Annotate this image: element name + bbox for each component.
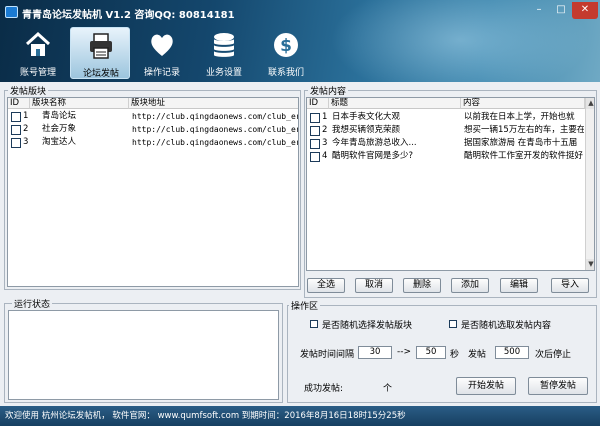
toolbar-contact-button[interactable]: $ 联系我们 — [256, 27, 316, 79]
forum-name: 淘宝达人 — [42, 137, 77, 147]
success-label: 成功发帖: — [304, 384, 344, 394]
home-icon — [25, 31, 51, 56]
cancel-button[interactable]: 取消 — [355, 278, 393, 293]
post-title: 我想买辆领克荣颜 — [332, 125, 401, 135]
pause-post-button[interactable]: 暂停发帖 — [528, 377, 588, 395]
toolbar-label: 业务设置 — [205, 68, 242, 78]
post-id: 3 — [322, 138, 328, 148]
svg-text:$: $ — [280, 36, 292, 56]
post-label: 发帖 — [468, 350, 487, 360]
post-title: 酷明软件官网是多少? — [332, 151, 414, 161]
toolbar-label: 论坛发帖 — [82, 69, 119, 79]
post-section-title: 发帖内容 — [308, 84, 349, 97]
select-all-button[interactable]: 全选 — [307, 278, 345, 293]
post-row[interactable]: 3 今年青岛旅游总收入... 据国家旅游局 在青岛市十五届 — [307, 137, 594, 150]
toolbar-log-button[interactable]: 操作记录 — [132, 27, 192, 79]
forum-id: 2 — [23, 124, 29, 134]
forum-url: http://club.qingdaonews.com/club_er — [132, 125, 299, 134]
column-header-id[interactable]: ID — [8, 98, 30, 109]
toolbar-settings-button[interactable]: 业务设置 — [194, 27, 254, 79]
post-title: 日本手表文化大观 — [332, 112, 401, 122]
post-row[interactable]: 1 日本手表文化大观 以前我在日本上学，开始也就 — [307, 111, 594, 124]
success-unit-label: 个 — [383, 384, 393, 394]
forum-row[interactable]: 2 社会万象 http://club.qingdaonews.com/club_… — [8, 123, 298, 136]
printer-icon — [90, 33, 112, 59]
operation-title: 操作区 — [289, 299, 321, 312]
start-post-button[interactable]: 开始发帖 — [456, 377, 516, 395]
toolbar-label: 操作记录 — [143, 68, 180, 78]
stop-suffix-label: 次后停止 — [535, 350, 572, 360]
coins-icon — [214, 33, 234, 57]
random-forum-checkbox[interactable] — [310, 320, 318, 328]
add-button[interactable]: 添加 — [451, 278, 489, 293]
forum-name: 青岛论坛 — [42, 111, 77, 121]
run-status-log[interactable] — [8, 310, 279, 400]
app-icon — [5, 6, 18, 18]
seconds-unit-label: 秒 — [450, 350, 460, 360]
post-list[interactable]: ID 标题 内容 1 日本手表文化大观 以前我在日本上学，开始也就 2 我想买辆… — [306, 97, 595, 271]
status-bar: 欢迎使用 杭州论坛发帖机， 软件官网： www.qumfsoft.com 到期时… — [0, 406, 600, 426]
column-header-title[interactable]: 标题 — [329, 98, 461, 109]
heart-icon — [151, 34, 173, 56]
scroll-up-icon[interactable]: ▲ — [586, 98, 594, 109]
close-button[interactable]: ✕ — [572, 2, 598, 19]
scroll-down-icon[interactable]: ▼ — [586, 259, 594, 270]
random-content-label: 是否随机选取发帖内容 — [461, 321, 552, 331]
forum-url: http://club.qingdaonews.com/club_er — [132, 112, 299, 121]
forum-url: http://club.qingdaonews.com/club_er — [132, 138, 299, 147]
minimize-button[interactable]: – — [528, 2, 550, 19]
maximize-button[interactable]: □ — [550, 2, 572, 19]
post-id: 2 — [322, 125, 328, 135]
post-count-input[interactable]: 500 — [495, 346, 529, 359]
row-checkbox[interactable] — [310, 139, 320, 149]
post-title: 今年青岛旅游总收入... — [332, 138, 417, 148]
post-content: 据国家旅游局 在青岛市十五届 — [464, 138, 578, 148]
row-checkbox[interactable] — [310, 113, 320, 123]
post-list-scrollbar[interactable]: ▲ ▼ — [585, 98, 594, 270]
row-checkbox[interactable] — [11, 125, 21, 135]
window-title: 青青岛论坛发帖机 V1.2 咨询QQ: 80814181 — [22, 10, 235, 21]
forum-name: 社会万象 — [42, 124, 77, 134]
row-checkbox[interactable] — [310, 152, 320, 162]
edit-button[interactable]: 编辑 — [500, 278, 538, 293]
random-forum-label: 是否随机选择发帖版块 — [322, 321, 413, 331]
toolbar-forum-post-button[interactable]: 论坛发帖 — [70, 27, 130, 79]
import-button[interactable]: 导入 — [551, 278, 589, 293]
row-checkbox[interactable] — [11, 112, 21, 122]
interval-min-input[interactable]: 30 — [358, 346, 392, 359]
interval-separator: --> — [397, 347, 412, 357]
column-header-id[interactable]: ID — [307, 98, 329, 109]
run-status-title: 运行状态 — [12, 297, 53, 310]
column-header-forum-url[interactable]: 版块地址 — [129, 98, 298, 109]
forum-list[interactable]: ID 版块名称 版块地址 1 青岛论坛 http://club.qingdaon… — [7, 97, 299, 287]
forum-row[interactable]: 3 淘宝达人 http://club.qingdaonews.com/club_… — [8, 136, 298, 149]
forum-id: 3 — [23, 137, 29, 147]
random-content-checkbox[interactable] — [449, 320, 457, 328]
post-content: 以前我在日本上学，开始也就 — [464, 112, 575, 122]
toolbar-account-button[interactable]: 账号管理 — [8, 27, 68, 79]
post-content: 酷明软件工作室开发的软件挺好 — [464, 151, 584, 161]
row-checkbox[interactable] — [11, 138, 21, 148]
column-header-content[interactable]: 内容 — [461, 98, 585, 109]
post-row[interactable]: 4 酷明软件官网是多少? 酷明软件工作室开发的软件挺好 — [307, 150, 594, 163]
toolbar-label: 账号管理 — [19, 68, 56, 78]
forum-row[interactable]: 1 青岛论坛 http://club.qingdaonews.com/club_… — [8, 110, 298, 123]
row-checkbox[interactable] — [310, 126, 320, 136]
forum-id: 1 — [23, 111, 29, 121]
delete-button[interactable]: 删除 — [403, 278, 441, 293]
post-content: 想买一辆15万左右的车，主要在 — [464, 125, 584, 135]
dollar-icon: $ — [274, 33, 298, 57]
column-header-forum-name[interactable]: 版块名称 — [30, 98, 129, 109]
post-row[interactable]: 2 我想买辆领克荣颜 想买一辆15万左右的车，主要在 — [307, 124, 594, 137]
interval-label: 发帖时间间隔 — [300, 350, 355, 360]
post-id: 1 — [322, 112, 328, 122]
forum-section-title: 发帖版块 — [8, 84, 49, 97]
interval-max-input[interactable]: 50 — [416, 346, 446, 359]
post-id: 4 — [322, 151, 328, 161]
toolbar-label: 联系我们 — [267, 68, 304, 78]
